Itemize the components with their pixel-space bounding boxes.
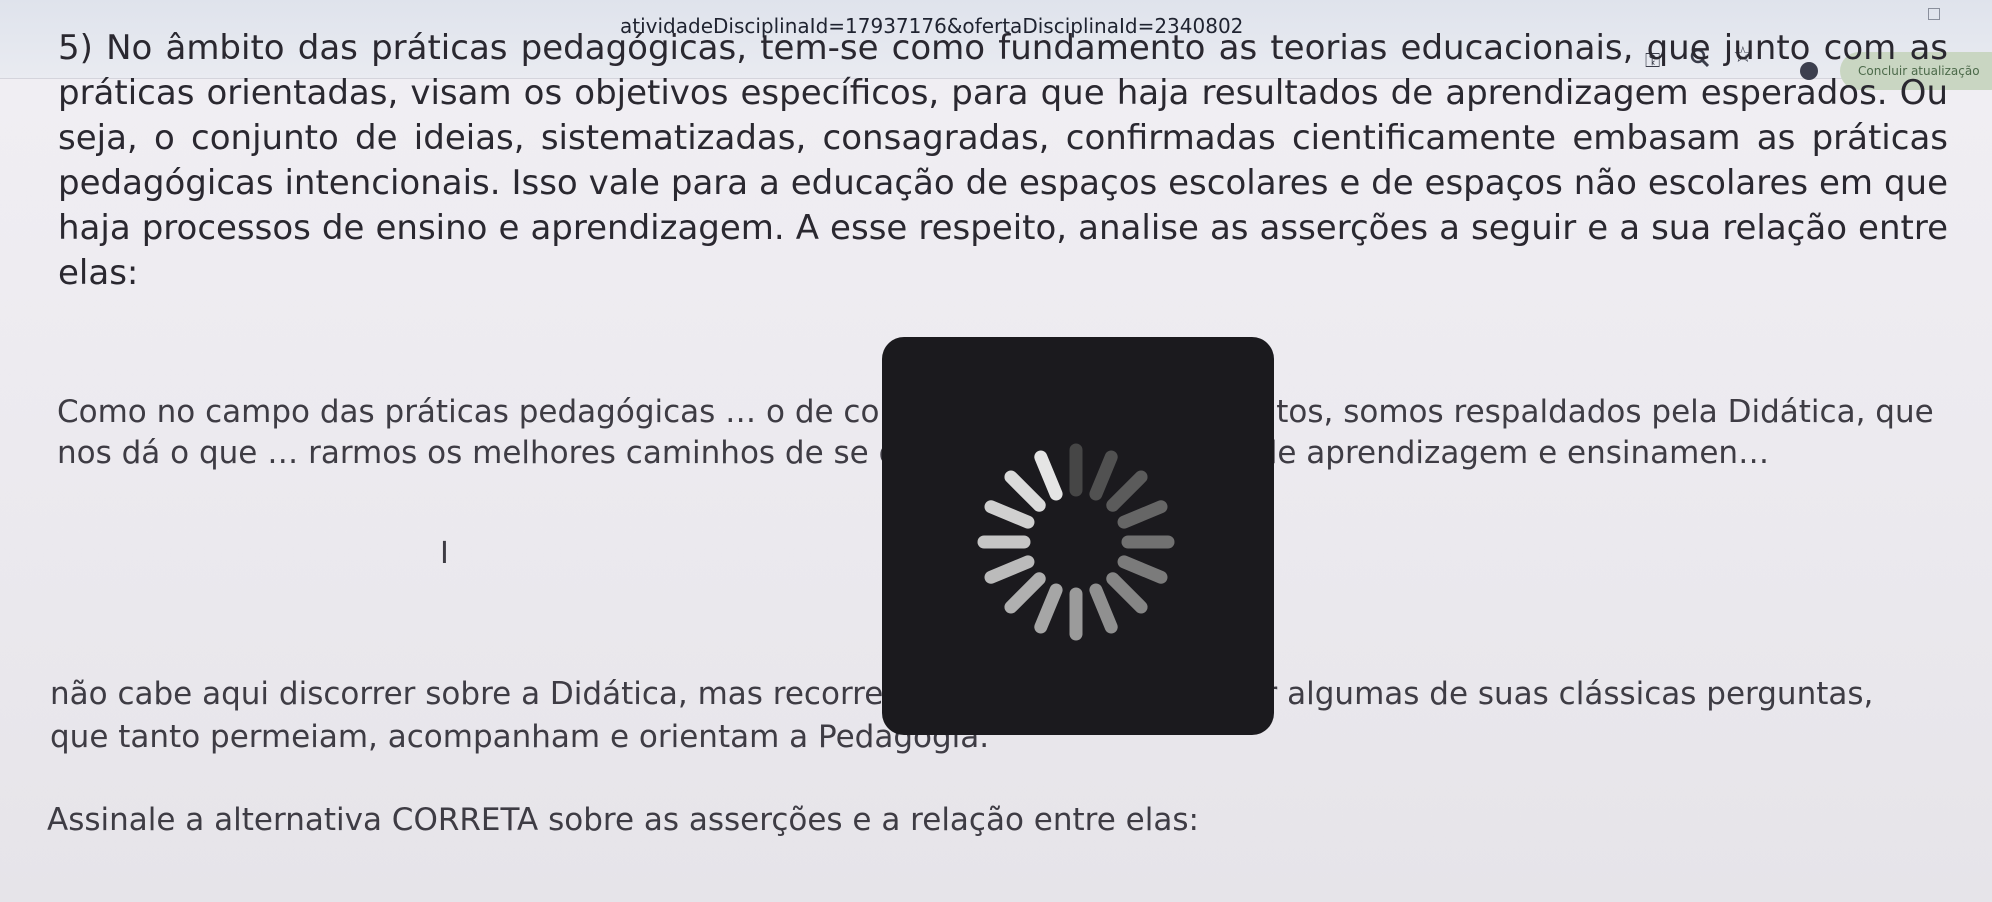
restore-icon[interactable] <box>1928 8 1940 20</box>
spinner-spoke <box>1004 470 1046 512</box>
spinner-spoke <box>1106 572 1148 614</box>
spinner-spoke <box>984 555 1035 584</box>
spinner-spoke <box>1117 555 1168 584</box>
spinner-spoke <box>1089 450 1118 501</box>
spinner-spoke <box>1034 583 1063 634</box>
text-cursor-icon: I <box>440 536 449 571</box>
spinner-spoke <box>984 500 1035 529</box>
spinner-spoke <box>1034 450 1063 501</box>
spinner-spoke <box>1106 470 1148 512</box>
spinner-spoke <box>1089 583 1118 634</box>
spinner-spoke <box>1117 500 1168 529</box>
instruction-text: Assinale a alternativa CORRETA sobre as … <box>47 802 1199 838</box>
loading-spinner-icon <box>977 443 1175 641</box>
spinner-spoke <box>1004 572 1046 614</box>
question-text: 5) No âmbito das práticas pedagógicas, t… <box>58 28 1948 293</box>
